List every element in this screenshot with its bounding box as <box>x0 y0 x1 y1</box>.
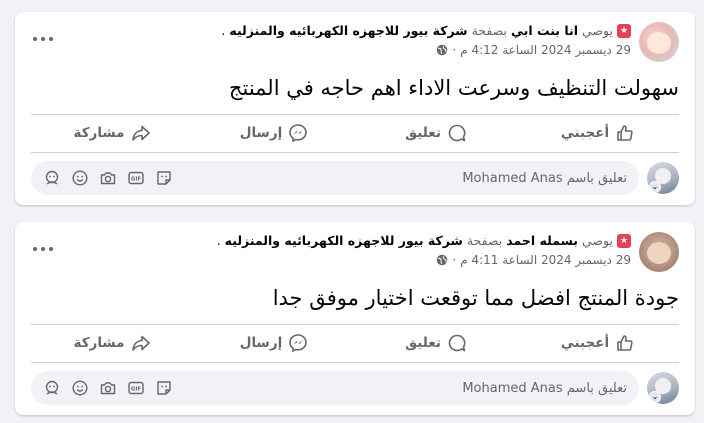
more-options-icon[interactable] <box>33 36 53 42</box>
on-page-label: بصفحة <box>471 23 507 38</box>
comment-input[interactable] <box>367 380 627 396</box>
period: . <box>216 233 221 248</box>
action-bar: أعجبني تعليق إرسال مشاركة <box>31 116 679 150</box>
share-button[interactable]: مشاركة <box>31 116 193 150</box>
svg-text:GIF: GIF <box>131 177 142 183</box>
share-label: مشاركة <box>73 125 125 141</box>
divider <box>31 152 679 153</box>
post-text: جودة المنتج افضل مما توقعت اختيار موفق ج… <box>272 286 679 310</box>
divider <box>31 362 679 363</box>
camera-icon[interactable] <box>99 379 117 397</box>
share-label: مشاركة <box>73 335 125 351</box>
thumbs-up-icon <box>617 335 633 351</box>
author-avatar[interactable] <box>639 232 679 272</box>
separator-dot: · <box>452 43 457 57</box>
action-bar: أعجبني تعليق إرسال مشاركة <box>31 326 679 360</box>
comment-button[interactable]: تعليق <box>355 116 517 150</box>
post-timestamp[interactable]: 29 ديسمبر 2024 الساعة 4:11 م <box>460 252 631 268</box>
gif-icon[interactable]: GIF <box>127 169 145 187</box>
share-arrow-icon <box>131 125 150 141</box>
comment-input[interactable] <box>367 170 627 186</box>
like-button[interactable]: أعجبني <box>517 326 679 360</box>
divider <box>31 114 679 115</box>
messenger-icon <box>289 334 308 353</box>
emoji-icon[interactable] <box>71 169 89 187</box>
user-avatar[interactable]: ⌄ <box>647 372 679 404</box>
like-label: أعجبني <box>560 335 610 351</box>
post-timestamp[interactable]: 29 ديسمبر 2024 الساعة 4:12 م <box>460 42 631 58</box>
emoji-icon[interactable] <box>71 379 89 397</box>
send-button[interactable]: إرسال <box>193 116 355 150</box>
comment-box[interactable]: GIF <box>31 371 639 405</box>
author-name[interactable]: انا بنت ابي <box>511 22 578 40</box>
divider <box>31 324 679 325</box>
user-avatar[interactable]: ⌄ <box>647 162 679 194</box>
like-button[interactable]: أعجبني <box>517 116 679 150</box>
send-label: إرسال <box>239 125 283 141</box>
share-arrow-icon <box>131 335 150 351</box>
send-label: إرسال <box>239 335 283 351</box>
send-button[interactable]: إرسال <box>193 326 355 360</box>
star-badge-icon: ★ <box>617 234 631 248</box>
svg-text:GIF: GIF <box>131 387 142 393</box>
camera-icon[interactable] <box>99 169 117 187</box>
recommend-label: يوصي <box>582 233 613 248</box>
sticker-icon[interactable] <box>155 169 173 187</box>
messenger-icon <box>289 124 308 143</box>
separator-dot: · <box>452 253 457 267</box>
globe-icon <box>437 254 448 266</box>
avatar-sticker-icon[interactable] <box>43 169 61 187</box>
post-text: سهولت التنظيف وسرعت الاداء اهم حاجه في ا… <box>228 76 679 100</box>
comment-label: تعليق <box>405 335 441 351</box>
avatar-sticker-icon[interactable] <box>43 379 61 397</box>
like-label: أعجبني <box>560 125 610 141</box>
comment-button[interactable]: تعليق <box>355 326 517 360</box>
period: . <box>221 23 226 38</box>
comment-label: تعليق <box>405 125 441 141</box>
comment-composer: ⌄ GIF <box>31 370 679 406</box>
post-card: ★ يوصي بسمله احمد بصفحة شركة بيور للاجهز… <box>15 222 695 415</box>
more-options-icon[interactable] <box>33 246 53 252</box>
globe-icon <box>437 44 448 56</box>
page-name-link[interactable]: شركة بيور للاجهزه الكهربائيه والمنزليه <box>225 232 463 250</box>
comment-bubble-icon <box>448 124 466 142</box>
page-name-link[interactable]: شركة بيور للاجهزه الكهربائيه والمنزليه <box>229 22 467 40</box>
star-badge-icon: ★ <box>617 24 631 38</box>
post-header: ★ يوصي انا بنت ابي بصفحة شركة بيور للاجه… <box>31 22 679 64</box>
thumbs-up-icon <box>617 125 633 141</box>
share-button[interactable]: مشاركة <box>31 326 193 360</box>
on-page-label: بصفحة <box>466 233 503 248</box>
comment-bubble-icon <box>448 334 466 352</box>
author-name[interactable]: بسمله احمد <box>506 232 578 250</box>
post-header: ★ يوصي بسمله احمد بصفحة شركة بيور للاجهز… <box>31 232 679 274</box>
gif-icon[interactable]: GIF <box>127 379 145 397</box>
comment-composer: ⌄ GIF <box>31 160 679 196</box>
post-card: ★ يوصي انا بنت ابي بصفحة شركة بيور للاجه… <box>15 12 695 205</box>
recommend-label: يوصي <box>582 23 613 38</box>
comment-box[interactable]: GIF <box>31 161 639 195</box>
sticker-icon[interactable] <box>155 379 173 397</box>
author-avatar[interactable] <box>639 22 679 62</box>
